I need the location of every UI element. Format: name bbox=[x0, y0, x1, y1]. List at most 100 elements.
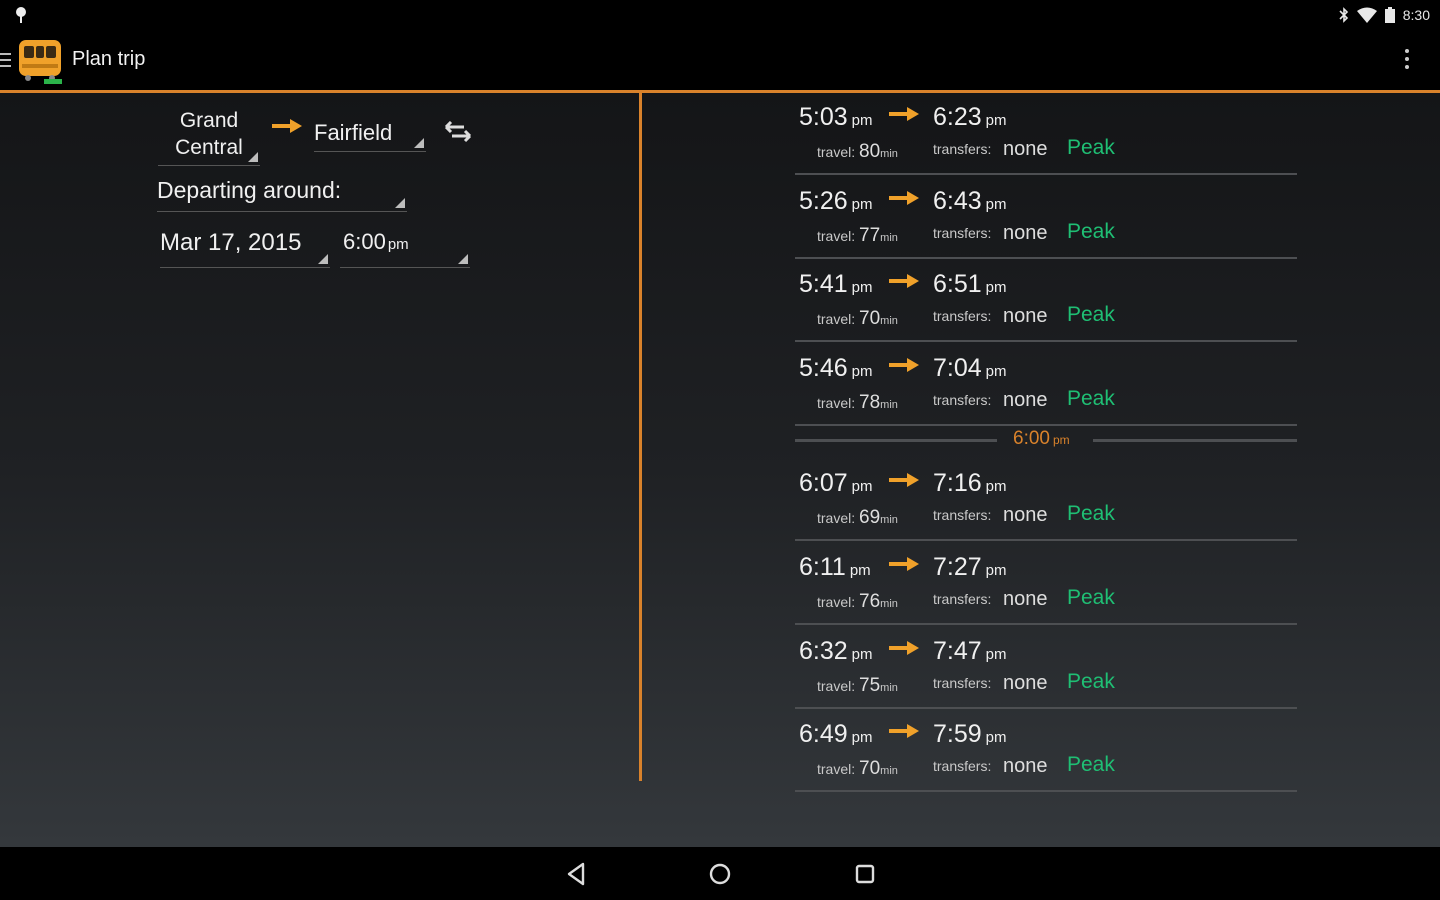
arrive-time: 6:51 pm bbox=[933, 270, 1007, 299]
depart-mode-label: Departing around: bbox=[157, 177, 342, 203]
depart-time-value: 5:03 bbox=[799, 103, 848, 131]
arrive-time: 7:16 pm bbox=[933, 469, 1007, 498]
drawer-indicator-icon[interactable] bbox=[0, 53, 11, 68]
travel-minutes: 75 bbox=[859, 674, 881, 696]
dropdown-corner-icon bbox=[248, 152, 258, 162]
travel-label: travel: bbox=[817, 144, 856, 160]
travel-unit: min bbox=[880, 398, 898, 411]
arrive-time-value: 7:59 bbox=[933, 720, 982, 749]
time-ampm: pm bbox=[387, 236, 409, 253]
transfers-label: transfers: bbox=[933, 224, 992, 241]
arrive-time: 7:27 pm bbox=[933, 553, 1007, 582]
arrive-time-value: 7:16 bbox=[933, 469, 982, 498]
arrive-ampm: pm bbox=[985, 645, 1007, 663]
arrive-ampm: pm bbox=[985, 729, 1007, 747]
transfers-label: transfers: bbox=[933, 674, 992, 691]
depart-time: 5:03 pm bbox=[799, 103, 873, 132]
transfers-value: none bbox=[1003, 388, 1048, 411]
fare-type-badge: Peak bbox=[1067, 219, 1115, 243]
depart-time: 5:46 pm bbox=[799, 354, 873, 383]
trip-row[interactable]: 6:32 pm 7:47 pm travel: 75min transfers: none P… bbox=[795, 627, 1297, 709]
travel-label: travel: bbox=[817, 593, 856, 610]
overflow-menu-icon[interactable] bbox=[1402, 46, 1412, 74]
map-pin-icon bbox=[16, 7, 26, 23]
time-value: 6:00 bbox=[343, 229, 386, 254]
transfers-label: transfers: bbox=[933, 590, 992, 607]
to-station-spinner[interactable]: Fairfield bbox=[314, 115, 426, 152]
transfers-value: none bbox=[1003, 504, 1048, 527]
travel-label: travel: bbox=[817, 311, 856, 328]
arrive-time-value: 6:23 bbox=[933, 103, 982, 131]
fare-type-badge: Peak bbox=[1067, 303, 1115, 327]
right-arrow-icon bbox=[889, 107, 919, 121]
page-title: Plan trip bbox=[72, 48, 146, 70]
arrive-time-value: 6:43 bbox=[933, 186, 982, 215]
travel-unit: min bbox=[880, 597, 898, 610]
depart-ampm: pm bbox=[851, 279, 873, 297]
trip-row[interactable]: 6:49 pm 7:59 pm travel: 70min transfers: none P… bbox=[795, 710, 1297, 793]
dropdown-corner-icon bbox=[395, 198, 405, 208]
trip-details: travel: 78min transfers: none Peak bbox=[817, 387, 1115, 414]
arrive-time-value: 6:51 bbox=[933, 270, 982, 299]
fare-type-badge: Peak bbox=[1067, 669, 1115, 693]
swap-icon[interactable] bbox=[442, 121, 474, 143]
to-station-label: Fairfield bbox=[314, 120, 393, 145]
depart-ampm: pm bbox=[851, 195, 873, 213]
depart-time-value: 6:49 bbox=[799, 720, 848, 749]
transfers-label: transfers: bbox=[933, 507, 992, 524]
trip-row[interactable]: 5:03 pm 6:23 pm travel: 80min transfers: none P… bbox=[795, 93, 1297, 175]
date-picker[interactable]: Mar 17, 2015 bbox=[160, 229, 330, 268]
right-arrow-icon bbox=[889, 274, 919, 289]
action-bar: Plan trip bbox=[0, 30, 1440, 93]
right-arrow-icon bbox=[889, 357, 919, 372]
arrive-time-value: 7:47 bbox=[933, 636, 982, 665]
depart-ampm: pm bbox=[851, 362, 873, 380]
depart-ampm: pm bbox=[851, 645, 873, 663]
trip-row[interactable]: 5:26 pm 6:43 pm travel: 77min transfers: none P… bbox=[795, 177, 1297, 259]
bluetooth-icon bbox=[1339, 7, 1348, 23]
depart-ampm: pm bbox=[851, 112, 873, 129]
current-time-label: 6:00 pm bbox=[1013, 428, 1070, 450]
travel-label: travel: bbox=[817, 761, 856, 778]
trip-details: travel: 70min transfers: none Peak bbox=[817, 303, 1115, 330]
depart-time: 5:26 pm bbox=[799, 187, 873, 216]
recents-icon[interactable] bbox=[850, 859, 880, 889]
transfers-label: transfers: bbox=[933, 758, 992, 775]
right-arrow-icon bbox=[889, 190, 919, 205]
trip-row[interactable]: 5:41 pm 6:51 pm travel: 70min transfers: none P… bbox=[795, 260, 1297, 343]
arrive-ampm: pm bbox=[985, 279, 1007, 297]
home-icon[interactable] bbox=[705, 859, 735, 889]
transfers-label: transfers: bbox=[933, 308, 992, 325]
trip-row[interactable]: 6:07 pm 7:16 pm travel: 69min transfers: none P… bbox=[795, 459, 1297, 542]
travel-unit: min bbox=[880, 315, 898, 328]
depart-time-value: 6:11 bbox=[799, 552, 846, 581]
depart-mode-spinner[interactable]: Departing around: bbox=[157, 177, 407, 212]
right-arrow-icon bbox=[889, 640, 919, 655]
trip-details: travel: 69min transfers: none Peak bbox=[817, 502, 1115, 529]
travel-unit: min bbox=[880, 681, 898, 694]
trip-row[interactable]: 6:11 pm 7:27 pm travel: 76min transfers: none P… bbox=[795, 543, 1297, 625]
transfers-value: none bbox=[1003, 755, 1048, 778]
date-value: Mar 17, 2015 bbox=[160, 229, 302, 256]
from-station-spinner[interactable]: Grand Central bbox=[158, 105, 260, 166]
travel-minutes: 78 bbox=[859, 391, 881, 413]
time-picker[interactable]: 6:00 pm bbox=[340, 229, 470, 268]
from-station-line1: Grand bbox=[179, 109, 239, 132]
trip-row[interactable]: 5:46 pm 7:04 pm travel: 78min transfers: none P… bbox=[795, 344, 1297, 426]
trip-details: travel: 70min transfers: none Peak bbox=[817, 753, 1115, 780]
fare-type-badge: Peak bbox=[1067, 386, 1115, 410]
transfers-value: none bbox=[1003, 587, 1048, 610]
depart-time-value: 6:07 bbox=[799, 469, 848, 498]
arrive-time-value: 7:27 bbox=[933, 552, 982, 581]
back-icon[interactable] bbox=[562, 859, 592, 889]
dropdown-corner-icon bbox=[318, 254, 328, 264]
right-arrow-icon bbox=[272, 119, 302, 133]
train-logo-icon[interactable] bbox=[16, 38, 64, 86]
arrive-ampm: pm bbox=[985, 112, 1007, 129]
travel-minutes: 80 bbox=[859, 141, 881, 162]
trip-list[interactable]: 5:03 pm 6:23 pm travel: 80min transfers: none P… bbox=[795, 93, 1297, 794]
depart-time: 6:32 pm bbox=[799, 637, 873, 666]
fare-type-badge: Peak bbox=[1067, 753, 1115, 777]
transfers-value: none bbox=[1003, 138, 1048, 160]
depart-time: 5:41 pm bbox=[799, 270, 873, 299]
